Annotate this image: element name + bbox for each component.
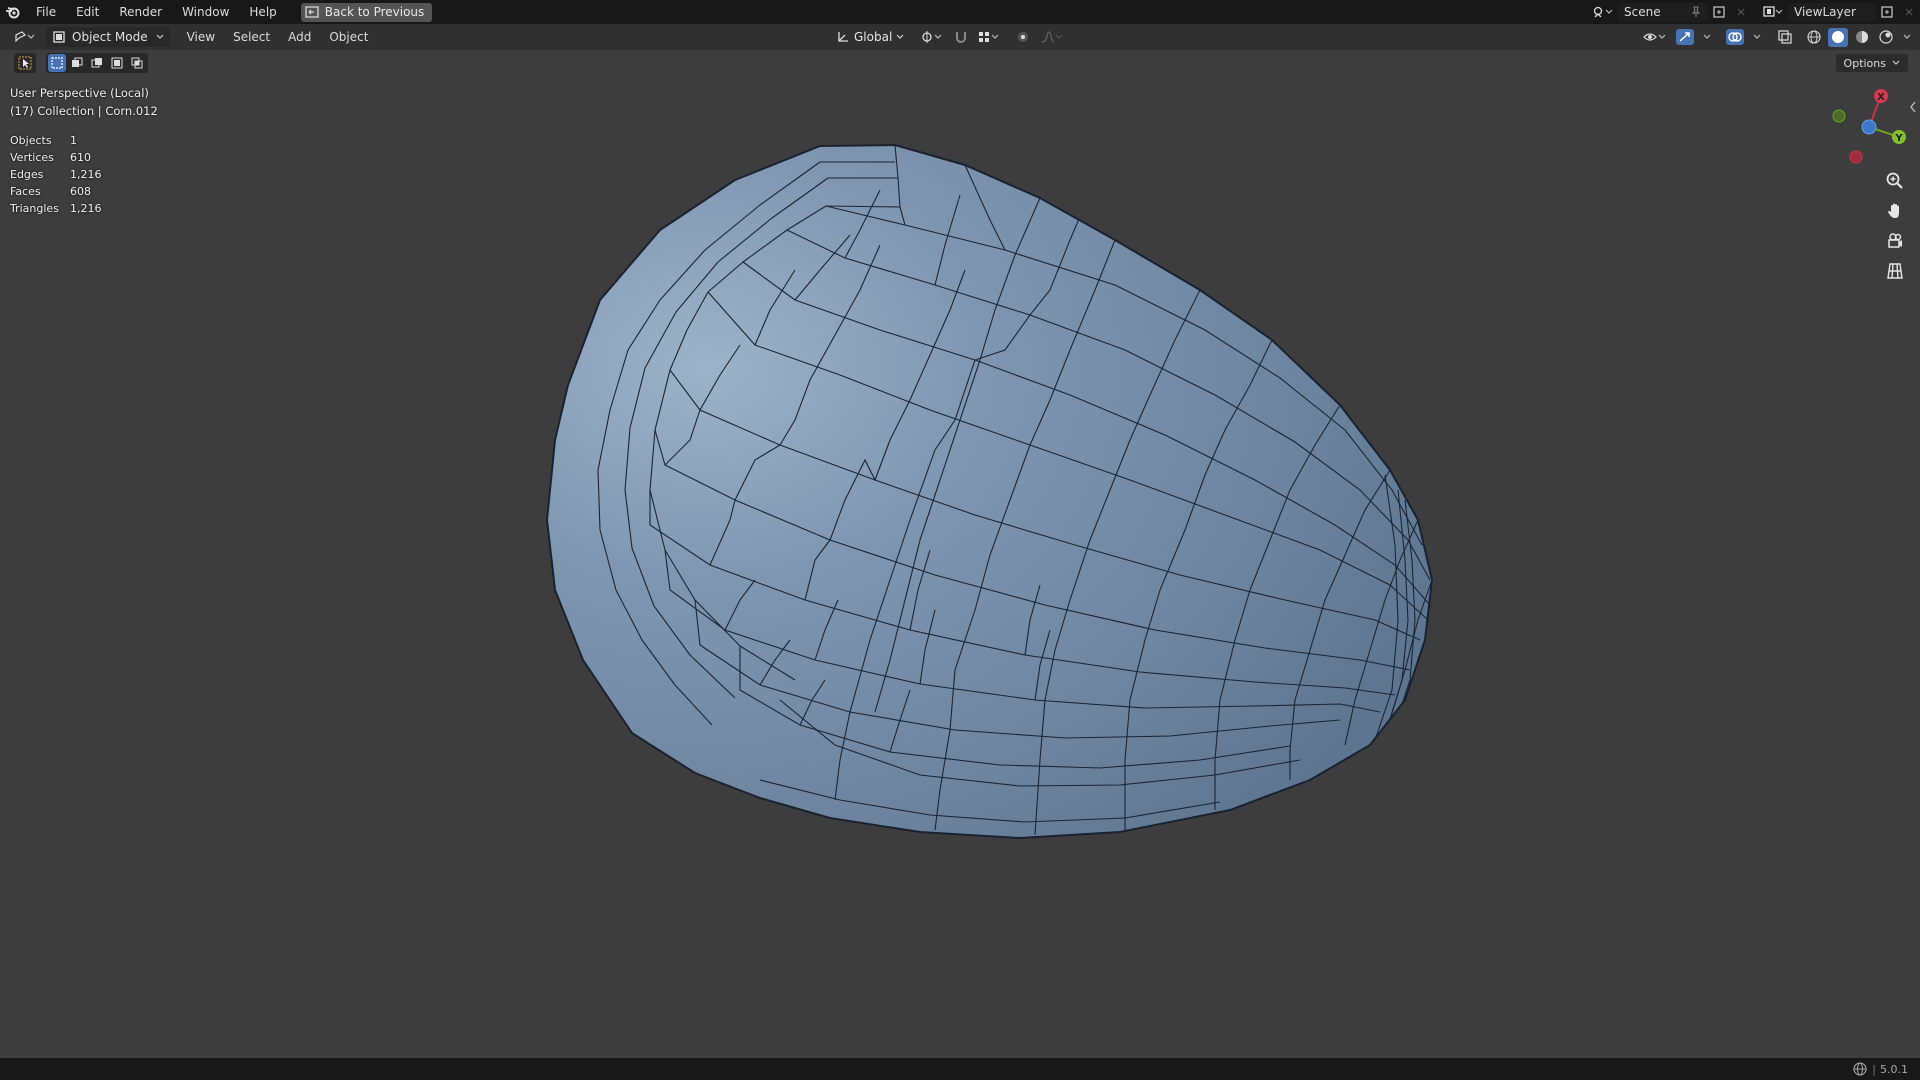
viewport-nav-buttons — [1882, 170, 1908, 282]
gizmo-neg-y[interactable] — [1832, 109, 1846, 123]
stat-label: Triangles — [10, 202, 59, 215]
sidebar-toggle-icon[interactable] — [1908, 100, 1920, 116]
version-label: 5.0.1 — [1880, 1062, 1908, 1076]
stat-label: Vertices — [10, 151, 54, 164]
stat-value: 1,216 — [70, 168, 102, 181]
stat-label: Faces — [10, 185, 41, 198]
gizmo-z-axis[interactable] — [1861, 119, 1877, 135]
stat-label: Objects — [10, 134, 52, 147]
status-divider: | — [1872, 1062, 1876, 1076]
pan-hand-icon[interactable] — [1882, 200, 1908, 222]
stat-row: Triangles 1,216 — [10, 200, 102, 217]
gizmo-y-label: Y — [1894, 133, 1903, 144]
stat-row: Faces 608 — [10, 183, 102, 200]
perspective-toggle-icon[interactable] — [1882, 260, 1908, 282]
collection-label: (17) Collection | Corn.012 — [10, 104, 158, 118]
zoom-icon[interactable] — [1882, 170, 1908, 192]
stat-row: Vertices 610 — [10, 149, 102, 166]
status-bar: | 5.0.1 — [0, 1058, 1920, 1080]
camera-view-icon[interactable] — [1882, 230, 1908, 252]
gizmo-neg-x[interactable] — [1849, 150, 1863, 164]
stat-value: 1,216 — [70, 202, 102, 215]
perspective-label: User Perspective (Local) — [10, 86, 149, 100]
navigation-gizmo[interactable]: X Y — [1820, 86, 1910, 166]
stat-value: 608 — [70, 185, 91, 198]
stat-value: 1 — [70, 134, 77, 147]
scene-statistics: Objects 1 Vertices 610 Edges 1,216 Faces 608… — [10, 132, 102, 217]
viewport-info: User Perspective (Local) (17) Collection… — [10, 84, 158, 120]
network-globe-icon[interactable] — [1852, 1061, 1868, 1077]
stat-label: Edges — [10, 168, 44, 181]
stat-value: 610 — [70, 151, 91, 164]
stat-row: Edges 1,216 — [10, 166, 102, 183]
stat-row: Objects 1 — [10, 132, 102, 149]
gizmo-x-label: X — [1877, 92, 1885, 103]
mesh-object[interactable] — [0, 0, 1920, 1080]
